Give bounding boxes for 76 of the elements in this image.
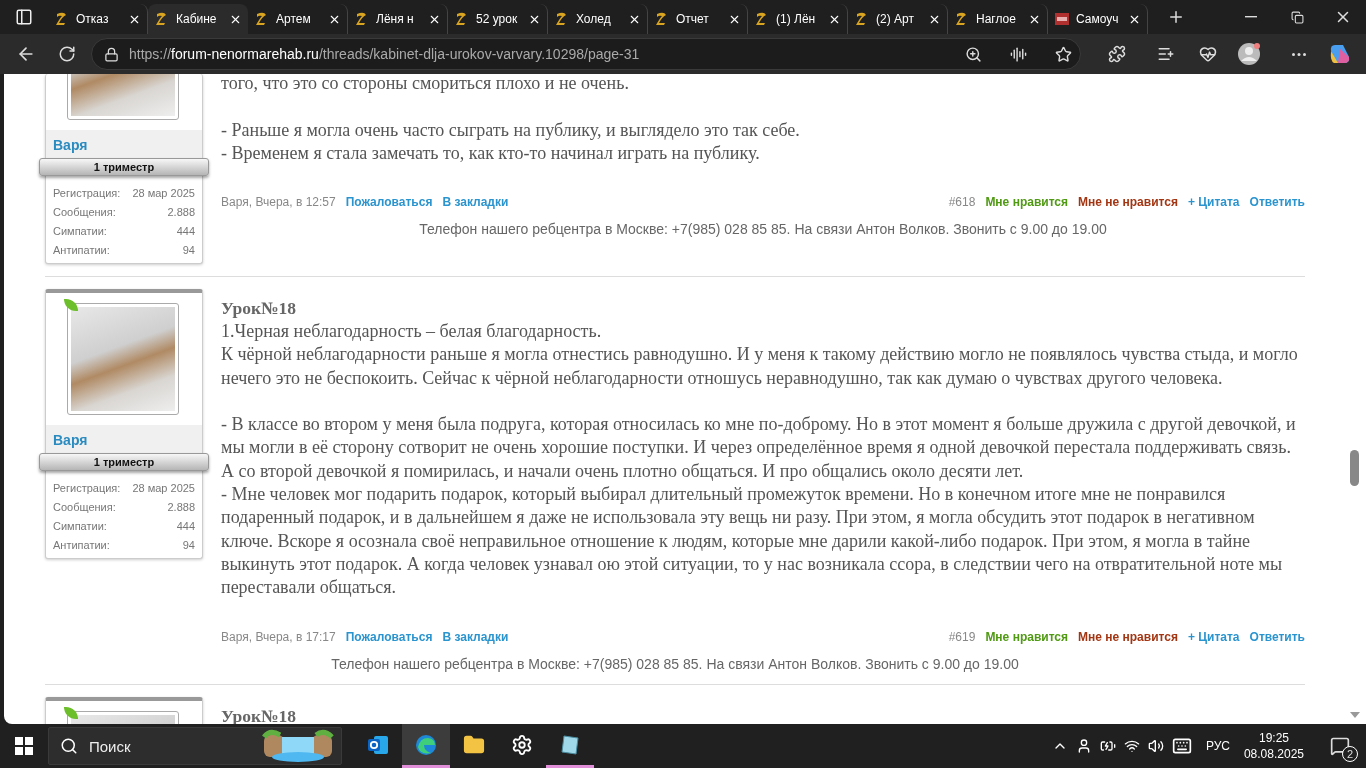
more-icon <box>1291 52 1306 56</box>
post-paragraph: - Мне человек мог подарить подарок, который выбирал длительный промежуток времени. Но в конечном итоге мне не понравился подаренный подарок, и в дальнейшем я даже не использовала эту вещь ни разу. При этом, я могла обсудить этот подарок в негативном ключе. Вскоре я осознала своё неправильное отношение к людям, которые мне дарили какой-либо подарок. При этом, я могла в тайне выкинуть этот подарок. А когда человек узнавал ою этой ситуации, то у нас возникала ссора, в следствии чего на отвратительной ноте мы переставали общаться. <box>221 483 1284 600</box>
leaf-icon <box>64 706 78 719</box>
stat-value: 28 мар 2025 <box>132 481 195 495</box>
search-icon <box>60 737 78 755</box>
stat-value: 2.888 <box>167 500 195 514</box>
stat-label: Симпатии: <box>53 224 107 238</box>
stat-value: 94 <box>182 243 195 257</box>
stat-value: 28 мар 2025 <box>132 186 195 200</box>
lock-icon <box>104 46 119 62</box>
heart-pulse-icon <box>1198 45 1217 63</box>
keyboard-icon[interactable] <box>1171 736 1192 756</box>
folder-icon <box>463 733 485 756</box>
settings-icon <box>511 733 533 756</box>
stat-value: 444 <box>176 519 195 533</box>
dislike-link[interactable]: Мне не нравится <box>1078 627 1178 646</box>
leaf-icon <box>64 299 78 311</box>
like-link[interactable]: Мне нравится <box>985 193 1069 212</box>
favorites-icon <box>1157 45 1176 63</box>
minimize-icon <box>1245 16 1257 18</box>
stat-label: Симпатии: <box>53 519 107 533</box>
star-icon[interactable] <box>1055 45 1072 63</box>
stat-value: 444 <box>176 224 195 238</box>
battery-icon[interactable] <box>1099 738 1116 754</box>
post-paragraph: К чёрной неблагодарности раньше я могла отнестись равнодушно. И у меня к такому действию могло не появлялось чувства стыда, и могло нечего это не беспокоить. Сейчас к чёрной неблагодарности отношусь неравнодушно, так как думаю о чувствах другого человека. <box>221 343 1299 390</box>
post-paragraph: - Временем я стала замечать то, как кто-то начинал играть на публику. <box>221 141 761 165</box>
post-author-time: Варя, Вчера, в 17:17 <box>221 628 336 646</box>
post-title: Урок№18 <box>221 297 298 320</box>
notification-count: 2 <box>1342 746 1358 762</box>
post-paragraph: - Раньше я могла очень часто сыграть на публику, и выглядело это так себе. <box>221 118 801 142</box>
phone-notice: Телефон нашего ребцентра в Москве: +7(985) 028 85 85. На связи Антон Волков. Звонить с 9.00 до 19.00 <box>418 221 1108 238</box>
user-rank: 1 триместр <box>39 453 209 471</box>
post-paragraph: - В классе во втором у меня была подруга, которая относилась ко мне по-доброму. Но в этот момент я больше дружила с другой девочкой, и мы могли в её сторону сотворит не очень хорошие поступки. И через определённое время я одной девочкой перестала поддерживать связь. А со второй девочкой я помирилась, и начали очень плотно общаться. И про общались около десяти лет. <box>221 413 1297 483</box>
windows-logo-icon <box>15 737 33 755</box>
user-rank: 1 триместр <box>39 158 209 176</box>
reload-icon <box>58 45 77 63</box>
stat-label: Антипатии: <box>53 538 110 552</box>
browser-app-icon <box>414 732 438 757</box>
post-paragraph: того, что это со стороны смориться плохо и не очень. <box>221 74 630 95</box>
tab-actions-icon[interactable] <box>15 8 33 26</box>
post-action-link[interactable]: + Цитата <box>1187 627 1240 646</box>
stat-label: Антипатии: <box>53 243 110 257</box>
stat-value: 94 <box>182 538 195 552</box>
clock-time: 19:25 <box>1258 730 1289 746</box>
wifi-icon[interactable] <box>1123 738 1140 754</box>
puzzle-icon <box>1107 45 1126 63</box>
plus-icon <box>1167 8 1185 26</box>
post-number[interactable]: #619 <box>948 627 976 646</box>
address-bar[interactable]: https://forum-nenormarehab.ru/threads/kabinet-dlja-urokov-varvary.10298/page-31 <box>91 38 1081 70</box>
post-author-time: Варя, Вчера, в 12:57 <box>221 194 336 212</box>
stat-label: Сообщения: <box>53 500 116 514</box>
volume-icon[interactable] <box>1147 738 1164 754</box>
read-aloud-icon[interactable] <box>1010 45 1027 63</box>
scrollbar[interactable] <box>1346 74 1366 724</box>
phone-notice: Телефон нашего ребцентра в Москве: +7(985) 028 85 85. На связи Антон Волков. Звонить с 9.00 до 19.00 <box>330 655 1020 672</box>
dislike-link[interactable]: Мне не нравится <box>1078 193 1178 212</box>
clock[interactable]: 19:25 08.08.2025 <box>1243 730 1304 762</box>
stat-label: Сообщения: <box>53 205 116 219</box>
pdf-file-icon <box>1054 11 1070 27</box>
post-action-link[interactable]: + Цитата <box>1187 193 1240 212</box>
restore-icon <box>1290 10 1304 24</box>
post-number[interactable]: #618 <box>948 193 976 212</box>
notepad-icon <box>558 732 582 757</box>
post-paragraph: 1.Черная неблагодарность – белая благодарность. <box>221 320 603 343</box>
language-indicator[interactable]: РУС <box>1205 739 1230 753</box>
stat-label: Регистрация: <box>53 186 121 200</box>
avatar-icon <box>1237 42 1262 66</box>
browser-tab[interactable]: Кабине <box>148 4 248 34</box>
zoom-icon[interactable] <box>965 45 982 63</box>
clock-date: 08.08.2025 <box>1243 746 1304 762</box>
copilot-logo-icon <box>1329 43 1352 65</box>
stat-label: Регистрация: <box>53 481 121 495</box>
url-text: https://forum-nenormarehab.ru/threads/kabinet-dlja-urokov-varvary.10298/page-31 <box>129 46 641 62</box>
stat-value: 2.888 <box>167 205 195 219</box>
notifications-button[interactable]: 2 <box>1320 726 1360 766</box>
like-link[interactable]: Мне нравится <box>985 627 1069 646</box>
